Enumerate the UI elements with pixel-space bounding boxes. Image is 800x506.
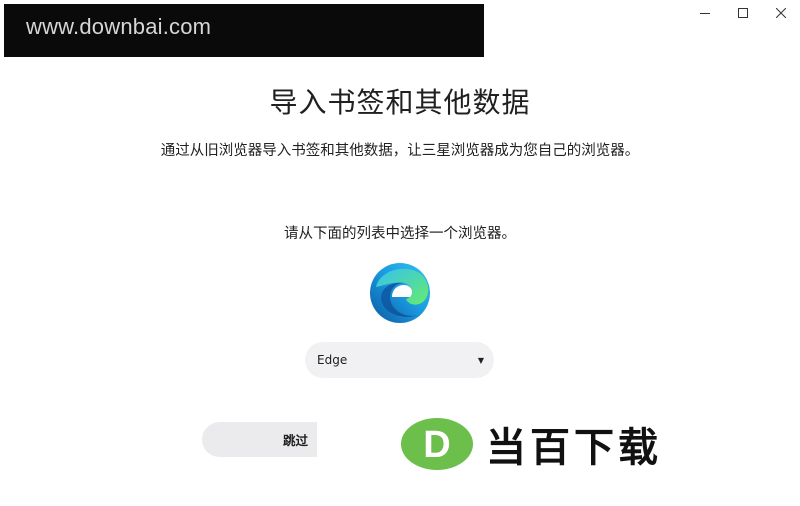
browser-select[interactable]: Edge ▼ — [305, 342, 494, 378]
choose-browser-label: 请从下面的列表中选择一个浏览器。 — [284, 226, 516, 242]
close-icon — [776, 8, 786, 18]
downbai-logo-text: 当百下载 — [486, 425, 662, 471]
skip-button-label: 跳过 — [282, 433, 308, 448]
minimize-icon — [700, 13, 710, 14]
skip-button[interactable]: 跳过 — [202, 422, 317, 457]
downbai-logo-letter: D — [423, 424, 450, 466]
page-subtitle: 通过从旧浏览器导入书签和其他数据，让三星浏览器成为您自己的浏览器。 — [160, 143, 640, 159]
maximize-button[interactable] — [724, 0, 762, 26]
window-controls — [686, 0, 800, 26]
watermark-banner: www.downbai.com — [4, 4, 484, 57]
edge-browser-icon — [370, 263, 430, 323]
minimize-button[interactable] — [686, 0, 724, 26]
maximize-icon — [738, 8, 748, 18]
close-button[interactable] — [762, 0, 800, 26]
downbai-logo-icon: D — [401, 418, 473, 470]
downbai-watermark-logo: D 当百下载 — [400, 414, 662, 474]
page-title: 导入书签和其他数据 — [269, 86, 531, 119]
browser-select-value: Edge — [317, 353, 348, 367]
watermark-url: www.downbai.com — [26, 13, 212, 39]
dropdown-arrow-icon: ▼ — [477, 355, 484, 365]
